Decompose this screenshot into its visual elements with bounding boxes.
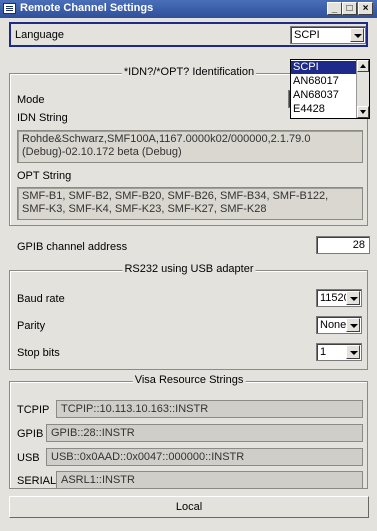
gpib-resource-field: GPIB::28::INSTR [46, 424, 363, 442]
stop-bits-select[interactable]: 1 [316, 343, 362, 361]
language-option-an68017[interactable]: AN68017 [291, 75, 357, 88]
visa-row-label: TCPIP [17, 404, 50, 416]
idn-group-legend: *IDN?/*OPT? Identification [121, 66, 257, 78]
rs232-group [9, 270, 368, 370]
parity-value: None [320, 319, 347, 331]
gpib-address-input[interactable]: 28 [316, 236, 370, 254]
visa-row-label: USB [17, 452, 40, 464]
chevron-down-icon[interactable] [346, 345, 360, 359]
opt-string-field: SMF-B1, SMF-B2, SMF-B20, SMF-B26, SMF-B3… [17, 187, 363, 220]
language-option-e4428[interactable]: E4428 [291, 103, 357, 116]
mode-label: Mode [17, 94, 45, 106]
title-bar: Remote Channel Settings _ □ × [0, 0, 377, 18]
usb-resource-field: USB::0x0AAD::0x0047::000000::INSTR [46, 448, 363, 466]
dropdown-scrollbar[interactable] [356, 60, 369, 118]
scroll-down-icon[interactable] [357, 106, 369, 118]
window-title: Remote Channel Settings [20, 2, 154, 14]
stop-bits-value: 1 [320, 346, 327, 358]
local-button[interactable]: Local [9, 496, 369, 518]
baud-rate-select[interactable]: 115200 [316, 289, 362, 307]
visa-row-label: GPIB [17, 428, 44, 440]
gpib-address-label: GPIB channel address [17, 241, 128, 253]
chevron-down-icon[interactable] [346, 318, 360, 332]
close-button[interactable]: × [358, 2, 373, 15]
chevron-down-icon[interactable] [350, 28, 364, 42]
baud-rate-label: Baud rate [17, 293, 65, 305]
visa-group-legend: Visa Resource Strings [132, 374, 246, 386]
chevron-down-icon[interactable] [346, 291, 360, 305]
language-label: Language [15, 29, 64, 41]
scroll-up-icon[interactable] [357, 60, 369, 72]
tcpip-resource-field: TCPIP::10.113.10.163::INSTR [56, 400, 363, 418]
window-menu-icon[interactable] [3, 3, 16, 14]
serial-resource-field: ASRL1::INSTR [56, 471, 363, 489]
language-value: SCPI [294, 29, 320, 41]
language-select[interactable]: SCPI [290, 26, 366, 44]
maximize-button[interactable]: □ [342, 2, 357, 15]
idn-string-field: Rohde&Schwarz,SMF100A,1167.0000k02/00000… [17, 130, 363, 163]
visa-row-label: SERIAL [17, 475, 57, 487]
parity-select[interactable]: None [316, 316, 362, 334]
parity-label: Parity [17, 320, 46, 332]
opt-string-label: OPT String [17, 170, 72, 182]
minimize-button[interactable]: _ [327, 2, 342, 15]
rs232-group-legend: RS232 using USB adapter [122, 263, 256, 275]
idn-string-label: IDN String [17, 112, 68, 124]
stop-bits-label: Stop bits [17, 347, 60, 359]
language-option-an68037[interactable]: AN68037 [291, 89, 357, 102]
language-row: Language SCPI [9, 22, 368, 47]
language-dropdown-list: SCPI AN68017 AN68037 E4428 [290, 59, 370, 119]
language-option-scpi[interactable]: SCPI [291, 61, 357, 74]
